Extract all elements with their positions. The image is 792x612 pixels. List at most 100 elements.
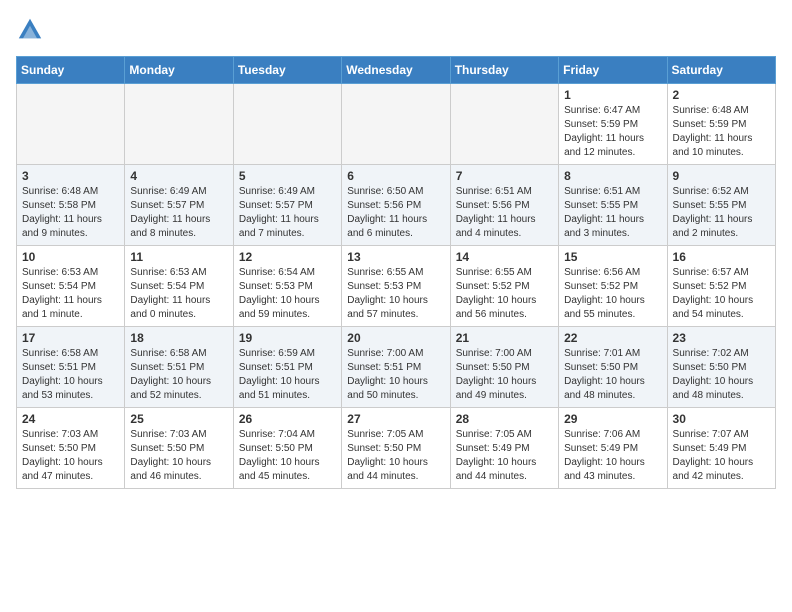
calendar-week-5: 24 Sunrise: 7:03 AM Sunset: 5:50 PM Dayli… [17,408,776,489]
day-number: 10 [22,250,119,264]
day-number: 28 [456,412,553,426]
day-number: 25 [130,412,227,426]
calendar-cell: 25 Sunrise: 7:03 AM Sunset: 5:50 PM Dayli… [125,408,233,489]
day-info: Sunrise: 7:00 AM Sunset: 5:50 PM Dayligh… [456,347,553,403]
calendar-cell: 5 Sunrise: 6:49 AM Sunset: 5:57 PM Daylig… [233,165,341,246]
calendar-cell: 28 Sunrise: 7:05 AM Sunset: 5:49 PM Dayli… [450,408,558,489]
calendar-cell [233,84,341,165]
day-info: Sunrise: 6:51 AM Sunset: 5:56 PM Dayligh… [456,185,553,241]
calendar-cell: 20Sunrise: 7:00 AM Sunset: 5:51 PM Dayli… [342,327,450,408]
calendar-cell: 14Sunrise: 6:55 AM Sunset: 5:52 PM Dayli… [450,246,558,327]
day-info: Sunrise: 6:55 AM Sunset: 5:53 PM Dayligh… [347,266,444,322]
day-info: Sunrise: 6:59 AM Sunset: 5:51 PM Dayligh… [239,347,336,403]
calendar-cell: 15Sunrise: 6:56 AM Sunset: 5:52 PM Dayli… [559,246,667,327]
calendar-cell: 21 Sunrise: 7:00 AM Sunset: 5:50 PM Dayli… [450,327,558,408]
calendar-cell: 26 Sunrise: 7:04 AM Sunset: 5:50 PM Dayli… [233,408,341,489]
day-info: Sunrise: 7:01 AM Sunset: 5:50 PM Dayligh… [564,347,661,403]
day-info: Sunrise: 6:48 AM Sunset: 5:58 PM Dayligh… [22,185,119,241]
calendar-header-row: SundayMondayTuesdayWednesdayThursdayFrid… [17,57,776,84]
day-info: Sunrise: 6:52 AM Sunset: 5:55 PM Dayligh… [673,185,770,241]
day-info: Sunrise: 6:53 AM Sunset: 5:54 PM Dayligh… [22,266,119,322]
weekday-header-wednesday: Wednesday [342,57,450,84]
day-number: 3 [22,169,119,183]
day-info: Sunrise: 6:53 AM Sunset: 5:54 PM Dayligh… [130,266,227,322]
day-info: Sunrise: 6:49 AM Sunset: 5:57 PM Dayligh… [130,185,227,241]
day-number: 17 [22,331,119,345]
calendar-cell: 30 Sunrise: 7:07 AM Sunset: 5:49 PM Dayli… [667,408,775,489]
calendar-cell: 22 Sunrise: 7:01 AM Sunset: 5:50 PM Dayli… [559,327,667,408]
calendar-cell [125,84,233,165]
day-info: Sunrise: 6:54 AM Sunset: 5:53 PM Dayligh… [239,266,336,322]
day-number: 12 [239,250,336,264]
calendar-cell: 12 Sunrise: 6:54 AM Sunset: 5:53 PM Dayli… [233,246,341,327]
calendar-cell: 19 Sunrise: 6:59 AM Sunset: 5:51 PM Dayli… [233,327,341,408]
day-info: Sunrise: 6:51 AM Sunset: 5:55 PM Dayligh… [564,185,661,241]
day-info: Sunrise: 7:05 AM Sunset: 5:49 PM Dayligh… [456,428,553,484]
day-info: Sunrise: 6:57 AM Sunset: 5:52 PM Dayligh… [673,266,770,322]
day-number: 1 [564,88,661,102]
weekday-header-thursday: Thursday [450,57,558,84]
calendar-cell: 7Sunrise: 6:51 AM Sunset: 5:56 PM Daylig… [450,165,558,246]
day-number: 18 [130,331,227,345]
day-number: 16 [673,250,770,264]
calendar-cell: 29 Sunrise: 7:06 AM Sunset: 5:49 PM Dayli… [559,408,667,489]
day-number: 22 [564,331,661,345]
day-info: Sunrise: 6:58 AM Sunset: 5:51 PM Dayligh… [22,347,119,403]
calendar-cell: 9 Sunrise: 6:52 AM Sunset: 5:55 PM Daylig… [667,165,775,246]
calendar-cell [17,84,125,165]
day-number: 4 [130,169,227,183]
calendar-week-1: 1 Sunrise: 6:47 AM Sunset: 5:59 PM Daylig… [17,84,776,165]
day-number: 19 [239,331,336,345]
weekday-header-friday: Friday [559,57,667,84]
day-number: 21 [456,331,553,345]
day-info: Sunrise: 6:49 AM Sunset: 5:57 PM Dayligh… [239,185,336,241]
day-number: 20 [347,331,444,345]
calendar-cell [342,84,450,165]
calendar-week-4: 17 Sunrise: 6:58 AM Sunset: 5:51 PM Dayli… [17,327,776,408]
calendar-cell: 17 Sunrise: 6:58 AM Sunset: 5:51 PM Dayli… [17,327,125,408]
calendar-table: SundayMondayTuesdayWednesdayThursdayFrid… [16,56,776,489]
day-info: Sunrise: 6:48 AM Sunset: 5:59 PM Dayligh… [673,104,770,160]
day-number: 5 [239,169,336,183]
calendar-cell: 10 Sunrise: 6:53 AM Sunset: 5:54 PM Dayli… [17,246,125,327]
day-info: Sunrise: 6:47 AM Sunset: 5:59 PM Dayligh… [564,104,661,160]
calendar-cell: 13 Sunrise: 6:55 AM Sunset: 5:53 PM Dayli… [342,246,450,327]
day-info: Sunrise: 6:50 AM Sunset: 5:56 PM Dayligh… [347,185,444,241]
calendar-cell: 27 Sunrise: 7:05 AM Sunset: 5:50 PM Dayli… [342,408,450,489]
calendar-cell: 2Sunrise: 6:48 AM Sunset: 5:59 PM Daylig… [667,84,775,165]
calendar-cell: 24 Sunrise: 7:03 AM Sunset: 5:50 PM Dayli… [17,408,125,489]
calendar-cell: 3 Sunrise: 6:48 AM Sunset: 5:58 PM Daylig… [17,165,125,246]
day-info: Sunrise: 7:05 AM Sunset: 5:50 PM Dayligh… [347,428,444,484]
day-number: 23 [673,331,770,345]
day-number: 13 [347,250,444,264]
weekday-header-tuesday: Tuesday [233,57,341,84]
day-info: Sunrise: 7:04 AM Sunset: 5:50 PM Dayligh… [239,428,336,484]
day-number: 29 [564,412,661,426]
page-header [16,16,776,44]
calendar-week-3: 10 Sunrise: 6:53 AM Sunset: 5:54 PM Dayli… [17,246,776,327]
calendar-cell: 1 Sunrise: 6:47 AM Sunset: 5:59 PM Daylig… [559,84,667,165]
day-number: 30 [673,412,770,426]
calendar-cell: 6 Sunrise: 6:50 AM Sunset: 5:56 PM Daylig… [342,165,450,246]
day-number: 11 [130,250,227,264]
day-info: Sunrise: 7:06 AM Sunset: 5:49 PM Dayligh… [564,428,661,484]
calendar-cell: 16 Sunrise: 6:57 AM Sunset: 5:52 PM Dayli… [667,246,775,327]
calendar-cell: 23 Sunrise: 7:02 AM Sunset: 5:50 PM Dayli… [667,327,775,408]
day-info: Sunrise: 6:58 AM Sunset: 5:51 PM Dayligh… [130,347,227,403]
day-info: Sunrise: 7:03 AM Sunset: 5:50 PM Dayligh… [22,428,119,484]
day-number: 26 [239,412,336,426]
day-info: Sunrise: 7:02 AM Sunset: 5:50 PM Dayligh… [673,347,770,403]
day-number: 27 [347,412,444,426]
calendar-cell: 4 Sunrise: 6:49 AM Sunset: 5:57 PM Daylig… [125,165,233,246]
calendar-cell: 11 Sunrise: 6:53 AM Sunset: 5:54 PM Dayli… [125,246,233,327]
day-info: Sunrise: 7:03 AM Sunset: 5:50 PM Dayligh… [130,428,227,484]
weekday-header-monday: Monday [125,57,233,84]
day-number: 24 [22,412,119,426]
day-number: 6 [347,169,444,183]
logo [16,16,48,44]
day-number: 14 [456,250,553,264]
day-number: 9 [673,169,770,183]
day-number: 15 [564,250,661,264]
calendar-cell: 18 Sunrise: 6:58 AM Sunset: 5:51 PM Dayli… [125,327,233,408]
day-info: Sunrise: 7:07 AM Sunset: 5:49 PM Dayligh… [673,428,770,484]
